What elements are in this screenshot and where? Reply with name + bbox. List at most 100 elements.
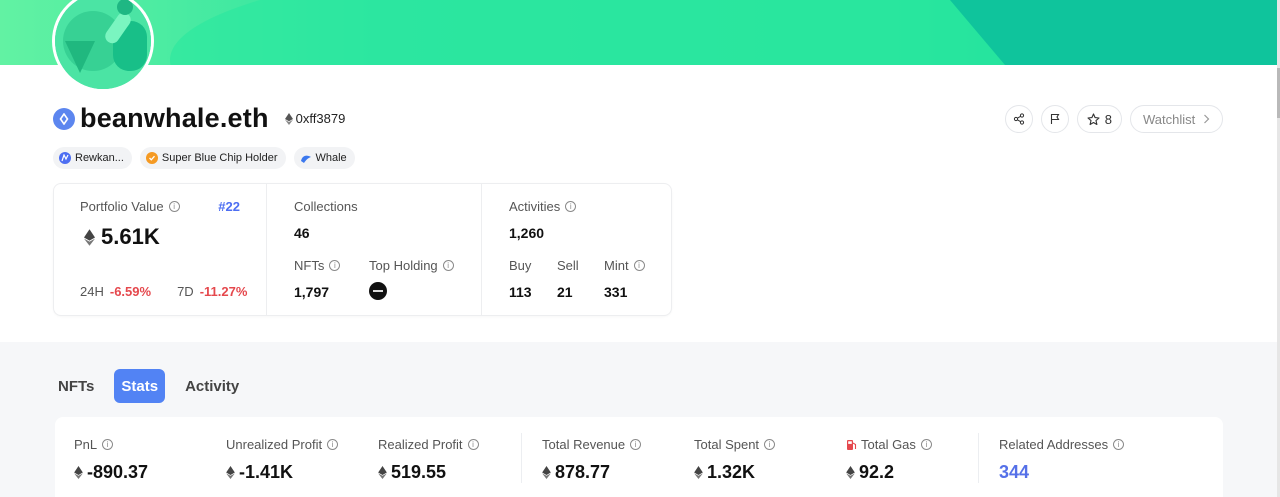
label-text: Total Revenue [542,437,626,452]
stat-value: 878.77 [542,462,641,483]
label-text: Realized Profit [378,437,463,452]
change-24h-label: 24H [80,284,104,299]
related-addresses-link[interactable]: 344 [999,462,1029,483]
stat-value-text: 878.77 [555,462,611,482]
portfolio-value: 5.61K [84,224,160,250]
share-button[interactable] [1005,105,1033,133]
portfolio-value-amount: 5.61K [101,224,160,249]
profile-name: beanwhale.eth [80,103,269,133]
ethereum-icon [542,466,551,479]
report-button[interactable] [1041,105,1069,133]
label-text: Total Spent [694,437,760,452]
stat-total-spent: Total Spent i 1.32K [694,437,776,483]
info-icon[interactable]: i [327,439,339,450]
banner-shape [950,0,1277,65]
label-text: Activities [509,199,561,214]
ethereum-icon [694,466,703,479]
tag-label: Super Blue Chip Holder [161,152,278,164]
label-text: Total Gas [861,437,916,452]
stat-value: 1.32K [694,462,775,483]
activities-value: 1,260 [509,225,545,241]
ethereum-icon [74,466,83,479]
ethereum-icon [378,466,387,479]
info-icon[interactable]: i [1113,439,1125,450]
profile-tabs: NFTs Stats Activity [58,369,259,403]
wallet-address-text: 0xff3879 [295,111,346,126]
stat-unrealized-profit: Unrealized Profit i -1.41K [226,437,339,483]
tag-super-blue-chip-holder[interactable]: Super Blue Chip Holder [139,147,286,169]
stat-realized-profit: Realized Profit i 519.55 [378,437,479,483]
stat-value-text: 519.55 [391,462,447,482]
whale-icon [300,152,312,164]
stat-related-addresses: Related Addresses i 344 [999,437,1125,483]
info-icon[interactable]: i [565,201,577,212]
stat-value: -890.37 [74,462,148,483]
info-icon[interactable]: i [467,439,479,450]
profile-actions: 8 Watchlist [997,105,1223,133]
portfolio-rank[interactable]: #22 [218,199,240,214]
nfts-value: 1,797 [294,284,330,300]
profile-header: beanwhale.eth 0xff3879 [53,103,345,134]
stat-total-revenue: Total Revenue i 878.77 [542,437,642,483]
sell-label: Sell [557,258,579,273]
profile-banner [0,0,1277,65]
stat-value: -1.41K [226,462,338,483]
stat-label: Related Addresses i [999,437,1125,452]
tag-whale[interactable]: Whale [293,147,355,169]
info-icon[interactable]: i [329,260,341,271]
tab-activity[interactable]: Activity [185,369,239,403]
info-icon[interactable]: i [920,439,932,450]
portfolio-change: 24H -6.59% 7D -11.27% [80,284,247,299]
tag-rewkan[interactable]: Rewkan... [53,147,132,169]
buy-label: Buy [509,258,532,273]
wallet-address[interactable]: 0xff3879 [284,111,346,126]
label-text: Unrealized Profit [226,437,323,452]
avatar-art-icon [55,0,151,89]
stats-divider [521,433,522,483]
activities-label: Activities i [509,199,577,214]
stat-label: Total Spent i [694,437,776,452]
change-7d-label: 7D [177,284,194,299]
stat-label: PnL i [74,437,148,452]
portfolio-value-section: Portfolio Value i #22 5.61K 24H -6.59% 7… [54,184,267,315]
info-icon[interactable]: i [442,260,454,271]
tab-nfts[interactable]: NFTs [58,369,94,403]
info-icon[interactable]: i [633,260,645,271]
stat-value-text: 92.2 [859,462,895,482]
stat-value: 519.55 [378,462,479,483]
ethereum-icon [226,466,235,479]
stat-value: 92.2 [846,462,932,483]
rewkan-icon [59,152,71,164]
label-text: PnL [74,437,98,452]
profile-tags: Rewkan... Super Blue Chip Holder Whale [53,147,363,169]
label-text: Mint [604,258,629,273]
stat-pnl: PnL i -890.37 [74,437,148,483]
tab-stats[interactable]: Stats [114,369,166,403]
share-icon [1013,113,1025,125]
info-icon[interactable]: i [168,201,180,212]
watchlist-button[interactable]: Watchlist [1130,105,1223,133]
stat-label: Total Gas i [846,437,932,452]
info-icon[interactable]: i [102,439,114,450]
watchlist-label: Watchlist [1143,111,1196,127]
ens-icon [53,107,75,130]
info-icon[interactable]: i [764,439,776,450]
favorite-button[interactable]: 8 [1077,105,1122,133]
top-holding-collection-icon[interactable] [369,282,387,300]
stat-value: 344 [999,462,1124,483]
flag-icon [1050,113,1060,124]
label-text: Top Holding [369,258,438,273]
avatar [52,0,154,92]
stat-value-text: 1.32K [707,462,756,482]
chevron-right-icon [1204,114,1210,124]
change-7d-value: -11.27% [199,284,248,299]
stat-value-text: -1.41K [239,462,294,482]
tag-label: Whale [315,152,347,164]
stat-label: Realized Profit i [378,437,479,452]
label-text: NFTs [294,258,325,273]
portfolio-value-label: Portfolio Value i [80,199,180,214]
info-icon[interactable]: i [630,439,642,450]
banner-shape [170,0,1070,65]
stat-label: Total Revenue i [542,437,642,452]
stats-divider [978,433,979,483]
